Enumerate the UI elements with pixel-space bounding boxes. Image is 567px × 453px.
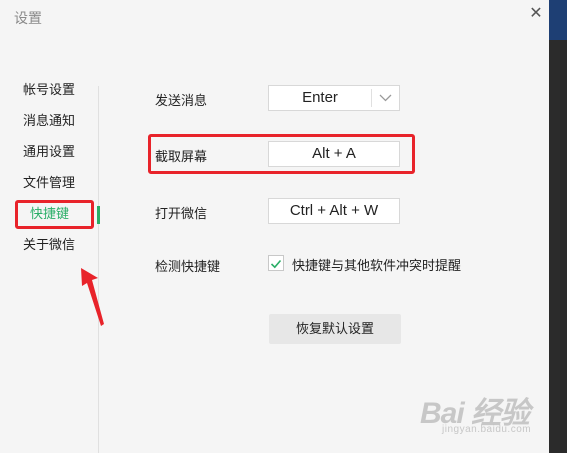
background-window-titlebar (549, 0, 567, 40)
send-message-label: 发送消息 (155, 94, 208, 109)
settings-window: 设置 ✕ 帐号设置 消息通知 通用设置 文件管理 快捷键 关于微信 发送消息 E… (0, 0, 549, 453)
sidebar-item-general[interactable]: 通用设置 (23, 143, 75, 163)
conflict-alert-checkbox[interactable] (268, 255, 284, 271)
annotation-arrow-icon (81, 268, 104, 326)
restore-defaults-button[interactable]: 恢复默认设置 (269, 314, 401, 344)
annotation-box-screen-capture (148, 134, 415, 174)
sidebar-item-notifications[interactable]: 消息通知 (23, 112, 75, 132)
chevron-down-icon[interactable] (372, 86, 399, 110)
active-indicator (97, 206, 100, 224)
open-wechat-label: 打开微信 (155, 207, 208, 222)
annotation-box-shortcuts (15, 200, 94, 229)
send-message-select[interactable]: Enter (268, 85, 400, 111)
watermark: Bai 经验 jingyan.baidu.com (420, 388, 532, 435)
background-window-strip (549, 0, 567, 453)
check-icon (270, 259, 282, 269)
open-wechat-hotkey-field[interactable]: Ctrl + Alt + W (268, 198, 400, 224)
sidebar-item-files[interactable]: 文件管理 (23, 174, 75, 194)
send-message-value: Enter (302, 89, 338, 106)
conflict-alert-label[interactable]: 快捷键与其他软件冲突时提醒 (292, 255, 461, 274)
sidebar-item-about[interactable]: 关于微信 (23, 236, 75, 256)
detect-shortcuts-label: 检测快捷键 (155, 260, 221, 275)
sidebar-item-account[interactable]: 帐号设置 (23, 81, 75, 101)
watermark-url: jingyan.baidu.com (442, 424, 532, 435)
window-title: 设置 (14, 11, 42, 27)
close-button[interactable]: ✕ (523, 0, 549, 26)
